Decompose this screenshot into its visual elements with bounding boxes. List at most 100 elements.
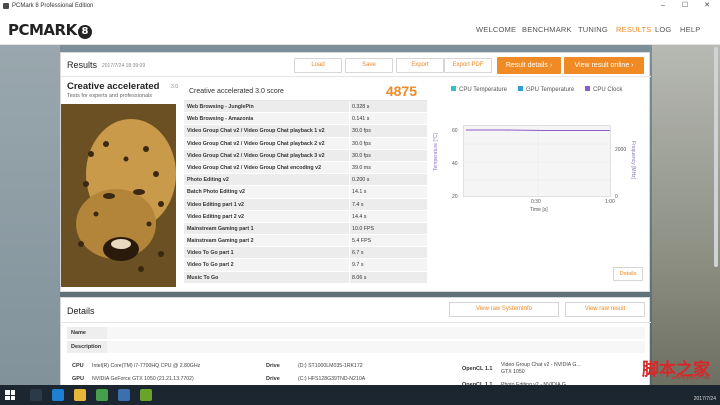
description-label: Description — [71, 344, 102, 350]
app-icon-1[interactable] — [118, 389, 130, 401]
view-result-online-button[interactable]: View result online › — [564, 57, 644, 74]
app-header: PCMARK 8 WELCOME BENCHMARK TUNING RESULTS… — [0, 12, 720, 45]
subtest-list: Web Browsing - JunglePin 0.328 s Web Brow… — [184, 101, 427, 284]
y-tick-40: 40 — [452, 161, 458, 167]
nav-log[interactable]: LOG — [655, 25, 671, 34]
drive-1-label: Drive — [266, 363, 280, 369]
y-tick-60: 60 — [452, 128, 458, 134]
monitoring-graph: CPU Temperature GPU Temperature CPU Cloc… — [433, 81, 645, 289]
x-tick-1-00: 1:00 — [605, 199, 615, 205]
test-name: Creative accelerated — [67, 81, 160, 92]
table-row: Mainstream Gaming part 2 5.4 FPS — [184, 235, 427, 248]
cpu-clock-swatch — [585, 86, 590, 91]
file-explorer-icon[interactable] — [74, 389, 86, 401]
table-row: Mainstream Gaming part 1 10.0 FPS — [184, 222, 427, 236]
opencl-1-label: OpenCL 1.1 — [462, 366, 493, 372]
chrome-icon[interactable] — [96, 389, 108, 401]
table-row: Video Editing part 1 v2 7.4 s — [184, 198, 427, 211]
legend-cpu-temp: CPU Temperature — [451, 86, 507, 93]
legend-cpu-clock: CPU Clock — [585, 86, 622, 93]
gpu-value: NVIDIA GeForce GTX 1050 (21.21.13.7702) — [92, 376, 194, 382]
window-titlebar: PCMark 8 Professional Edition – ☐ ✕ — [0, 0, 720, 12]
details-divider — [61, 322, 651, 323]
table-row: Video Group Chat v2 / Video Group Chat p… — [184, 149, 427, 162]
x-axis-label: Time [s] — [530, 207, 548, 213]
name-field-row: Name — [67, 327, 645, 339]
y-left-axis-label: Temperature [°C] — [433, 133, 439, 171]
leopard-image — [61, 104, 176, 287]
watermark-url: www.jb51.net — [671, 374, 710, 381]
view-raw-systeminfo-button[interactable]: View raw SystemInfo — [449, 302, 559, 317]
window-title: PCMark 8 Professional Edition — [12, 3, 94, 9]
plot-area — [463, 125, 612, 198]
drive-2-label: Drive — [266, 376, 280, 382]
table-row: Web Browsing - Amazonia 0.141 s — [184, 113, 427, 126]
result-details-button[interactable]: Result details › — [497, 57, 561, 74]
cpu-clock-line — [466, 129, 610, 131]
score-label: Creative accelerated 3.0 score — [189, 88, 284, 95]
background-left — [0, 45, 60, 385]
x-tick-0-30: 0:30 — [531, 199, 541, 205]
table-row: Video Editing part 2 v2 14.4 s — [184, 210, 427, 223]
results-title: Results — [67, 60, 98, 70]
score-value: 4875 — [385, 83, 417, 99]
details-panel: Details View raw SystemInfo View raw res… — [60, 297, 651, 388]
nav-tuning[interactable]: TUNING — [578, 25, 608, 34]
close-icon[interactable]: ✕ — [700, 0, 714, 12]
details-title: Details — [67, 306, 95, 316]
nav-welcome[interactable]: WELCOME — [476, 25, 516, 34]
windows-start-icon[interactable] — [5, 390, 15, 400]
y-tick-20: 20 — [452, 194, 458, 200]
scrollbar[interactable] — [714, 47, 718, 267]
cpu-label: CPU — [72, 363, 84, 369]
table-row: Video To Go part 1 6.7 s — [184, 247, 427, 260]
results-header: Results 2017/7/24 18:39:09 Load Save Exp… — [61, 53, 651, 77]
export-pdf-button[interactable]: Export PDF — [444, 58, 492, 73]
table-row: Music To Go 8.06 s — [184, 271, 427, 284]
test-info: Creative accelerated 3.0 Tests for exper… — [67, 81, 180, 99]
gpu-temp-swatch — [518, 86, 523, 91]
description-field-row: Description — [67, 341, 645, 353]
table-row: Batch Photo Editing v2 14.1 s — [184, 186, 427, 199]
table-row: Photo Editing v2 0.200 s — [184, 174, 427, 187]
table-row: Video To Go part 2 9.7 s — [184, 259, 427, 272]
test-version: 3.0 — [171, 84, 178, 90]
maximize-icon[interactable]: ☐ — [678, 0, 692, 12]
edge-browser-icon[interactable] — [52, 389, 64, 401]
app-icon — [3, 3, 9, 9]
search-icon[interactable] — [30, 389, 42, 401]
table-row: Video Group Chat v2 / Video Group Chat p… — [184, 125, 427, 138]
pcmark-logo: PCMARK 8 — [8, 21, 92, 39]
view-raw-result-button[interactable]: View raw result — [565, 302, 645, 317]
taskbar-date: 2017/7/24 — [693, 396, 716, 402]
pcmark-taskbar-icon[interactable] — [140, 389, 152, 401]
nav-results[interactable]: RESULTS — [616, 25, 651, 34]
opencl-1-value-a: Video Group Chat v2 - NVIDIA G... — [501, 362, 581, 368]
cpu-temp-swatch — [451, 86, 456, 91]
opencl-1-value-b: GTX 1050 — [501, 369, 525, 375]
minimize-icon[interactable]: – — [656, 0, 670, 12]
y-right-axis-label: Frequency [MHz] — [630, 141, 636, 180]
results-date: 2017/7/24 18:39:09 — [102, 63, 146, 69]
drive-1-value: (D:) ST1000LM035-1RK172 — [298, 363, 363, 369]
table-row: Video Group Chat v2 / Video Group Chat p… — [184, 137, 427, 150]
cpu-value: Intel(R) Core(TM) i7-7700HQ CPU @ 2.80GH… — [92, 363, 201, 369]
test-subtitle: Tests for experts and professionals — [67, 93, 152, 99]
score-table: Creative accelerated 3.0 score 4875 Web … — [184, 81, 427, 284]
taskbar: 2017/7/24 — [0, 385, 720, 405]
load-button[interactable]: Load — [294, 58, 342, 73]
save-button[interactable]: Save — [345, 58, 393, 73]
name-input[interactable] — [107, 327, 645, 339]
results-panel: Results 2017/7/24 18:39:09 Load Save Exp… — [60, 52, 651, 292]
nav-benchmark[interactable]: BENCHMARK — [522, 25, 572, 34]
background-right — [652, 45, 720, 385]
gpu-label: GPU — [72, 376, 84, 382]
nav-help[interactable]: HELP — [680, 25, 700, 34]
table-row: Web Browsing - JunglePin 0.328 s — [184, 101, 427, 114]
graph-details-button[interactable]: Details — [613, 267, 643, 281]
legend-gpu-temp: GPU Temperature — [518, 86, 574, 93]
score-header: Creative accelerated 3.0 score 4875 — [184, 81, 427, 101]
export-button[interactable]: Export — [396, 58, 444, 73]
y-right-tick-0: 0 — [615, 194, 618, 200]
description-input[interactable] — [107, 341, 645, 353]
